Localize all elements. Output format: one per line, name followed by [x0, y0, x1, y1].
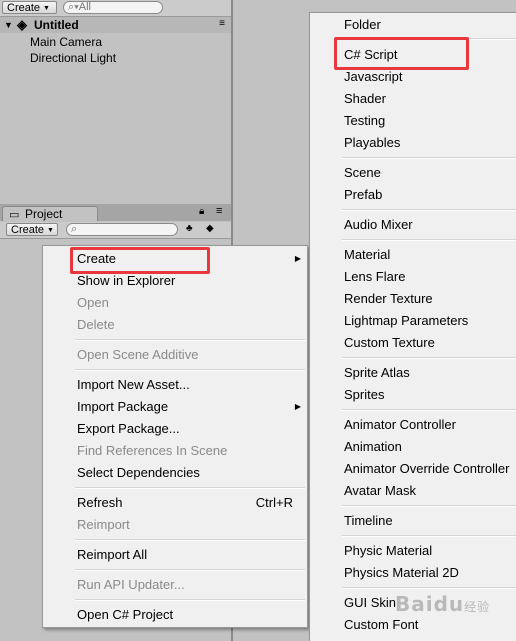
- menu-separator: [342, 409, 516, 411]
- menu-separator: [342, 505, 516, 507]
- scene-row[interactable]: ▼ ◈ Untitled ≡: [0, 17, 231, 33]
- submenu-item-physics-material-2d[interactable]: Physics Material 2D: [310, 562, 516, 584]
- context-menu: Create ▶ Show in Explorer Open Delete Ope…: [42, 245, 308, 628]
- submenu-item-custom-texture[interactable]: Custom Texture: [310, 332, 516, 354]
- menu-item-export-package[interactable]: Export Package...: [43, 418, 307, 440]
- menu-separator: [75, 569, 305, 571]
- menu-item-import-new-asset[interactable]: Import New Asset...: [43, 374, 307, 396]
- lock-icon[interactable]: 🔒︎: [199, 206, 204, 217]
- menu-item-reimport-all[interactable]: Reimport All: [43, 544, 307, 566]
- watermark-text: Baidu: [395, 592, 465, 616]
- create-submenu: Folder C# Script Javascript Shader Testi…: [309, 12, 516, 641]
- filter-by-type-icon[interactable]: ♣: [186, 223, 193, 234]
- menu-item-import-package[interactable]: Import Package ▶: [43, 396, 307, 418]
- menu-separator: [342, 209, 516, 211]
- hierarchy-search-input[interactable]: ⌕▾All: [63, 1, 163, 14]
- submenu-item-animator-controller[interactable]: Animator Controller: [310, 414, 516, 436]
- submenu-item-animator-override-controller[interactable]: Animator Override Controller: [310, 458, 516, 480]
- search-icon: ⌕▾: [68, 1, 79, 13]
- menu-item-shortcut: Ctrl+R: [255, 495, 293, 510]
- submenu-item-playables[interactable]: Playables: [310, 132, 516, 154]
- baidu-watermark: Baidu经验: [395, 592, 490, 616]
- menu-item-select-dependencies[interactable]: Select Dependencies: [43, 462, 307, 484]
- submenu-item-render-texture[interactable]: Render Texture: [310, 288, 516, 310]
- submenu-item-shader[interactable]: Shader: [310, 88, 516, 110]
- highlight-box-csharp-script: [334, 37, 469, 70]
- submenu-item-avatar-mask[interactable]: Avatar Mask: [310, 480, 516, 502]
- dropdown-arrow-icon: ▼: [43, 5, 50, 12]
- hierarchy-search-placeholder: All: [78, 1, 92, 13]
- filter-by-label-icon[interactable]: ◆: [206, 223, 214, 234]
- menu-item-find-references: Find References In Scene: [77, 443, 228, 458]
- submenu-item-timeline[interactable]: Timeline: [310, 510, 516, 532]
- panel-menu-icon[interactable]: ≡: [216, 205, 222, 217]
- dropdown-arrow-icon: ▼: [47, 227, 54, 234]
- expand-arrow-icon[interactable]: ▼: [4, 17, 13, 33]
- menu-separator: [75, 487, 305, 489]
- folder-icon: ▭: [9, 209, 20, 221]
- tab-project[interactable]: ▭ Project: [2, 206, 98, 221]
- project-create-label: Create: [11, 224, 45, 236]
- menu-separator: [75, 339, 305, 341]
- menu-item-run-api-updater: Run API Updater...: [77, 577, 185, 592]
- menu-separator: [342, 157, 516, 159]
- project-create-button[interactable]: Create ▼: [6, 223, 58, 236]
- menu-item-open-scene-additive: Open Scene Additive: [77, 347, 199, 362]
- menu-item-label: Import Package: [77, 399, 169, 414]
- submenu-item-prefab[interactable]: Prefab: [310, 184, 516, 206]
- menu-item-open: Open: [77, 295, 109, 310]
- menu-separator: [342, 535, 516, 537]
- menu-item-open-csharp-project[interactable]: Open C# Project: [43, 604, 307, 626]
- submenu-arrow-icon: ▶: [294, 254, 301, 263]
- project-search-input[interactable]: ⌕: [66, 223, 178, 236]
- project-tabbar: ▭ Project 🔒︎ ≡: [0, 204, 231, 221]
- submenu-item-material[interactable]: Material: [310, 244, 516, 266]
- menu-separator: [75, 539, 305, 541]
- scene-name: Untitled: [34, 18, 79, 32]
- hierarchy-item-directional-light[interactable]: Directional Light: [30, 50, 116, 66]
- search-icon: ⌕: [71, 223, 78, 235]
- menu-item-reimport: Reimport: [77, 517, 130, 532]
- project-toolbar: Create ▼ ⌕ ♣ ◆: [0, 222, 231, 239]
- project-tab-label: Project: [25, 207, 63, 221]
- hierarchy-create-button[interactable]: Create ▼: [2, 1, 57, 14]
- submenu-item-audio-mixer[interactable]: Audio Mixer: [310, 214, 516, 236]
- menu-separator: [342, 587, 516, 589]
- menu-separator: [342, 239, 516, 241]
- menu-separator: [75, 369, 305, 371]
- highlight-box-create: [70, 247, 210, 274]
- menu-item-label: Refresh: [77, 495, 123, 510]
- submenu-item-lightmap-parameters[interactable]: Lightmap Parameters: [310, 310, 516, 332]
- submenu-item-sprite-atlas[interactable]: Sprite Atlas: [310, 362, 516, 384]
- menu-separator: [342, 357, 516, 359]
- submenu-item-sprites[interactable]: Sprites: [310, 384, 516, 406]
- submenu-item-scene[interactable]: Scene: [310, 162, 516, 184]
- submenu-item-testing[interactable]: Testing: [310, 110, 516, 132]
- submenu-item-lens-flare[interactable]: Lens Flare: [310, 266, 516, 288]
- hierarchy-panel: Create ▼ ⌕▾All ▼ ◈ Untitled ≡ Main Camera…: [0, 0, 231, 200]
- hierarchy-item-main-camera[interactable]: Main Camera: [30, 34, 102, 50]
- submenu-item-animation[interactable]: Animation: [310, 436, 516, 458]
- hierarchy-toolbar: Create ▼ ⌕▾All: [0, 0, 231, 17]
- submenu-item-custom-font[interactable]: Custom Font: [310, 614, 516, 636]
- submenu-item-folder[interactable]: Folder: [310, 14, 516, 36]
- scene-options-icon[interactable]: ≡: [219, 16, 225, 32]
- menu-separator: [75, 599, 305, 601]
- watermark-subtext: 经验: [464, 600, 491, 614]
- submenu-arrow-icon: ▶: [294, 402, 301, 411]
- menu-item-refresh[interactable]: Refresh Ctrl+R: [43, 492, 307, 514]
- unity-scene-icon: ◈: [17, 17, 27, 32]
- hierarchy-create-label: Create: [7, 2, 41, 14]
- submenu-item-physic-material[interactable]: Physic Material: [310, 540, 516, 562]
- menu-item-delete: Delete: [77, 317, 115, 332]
